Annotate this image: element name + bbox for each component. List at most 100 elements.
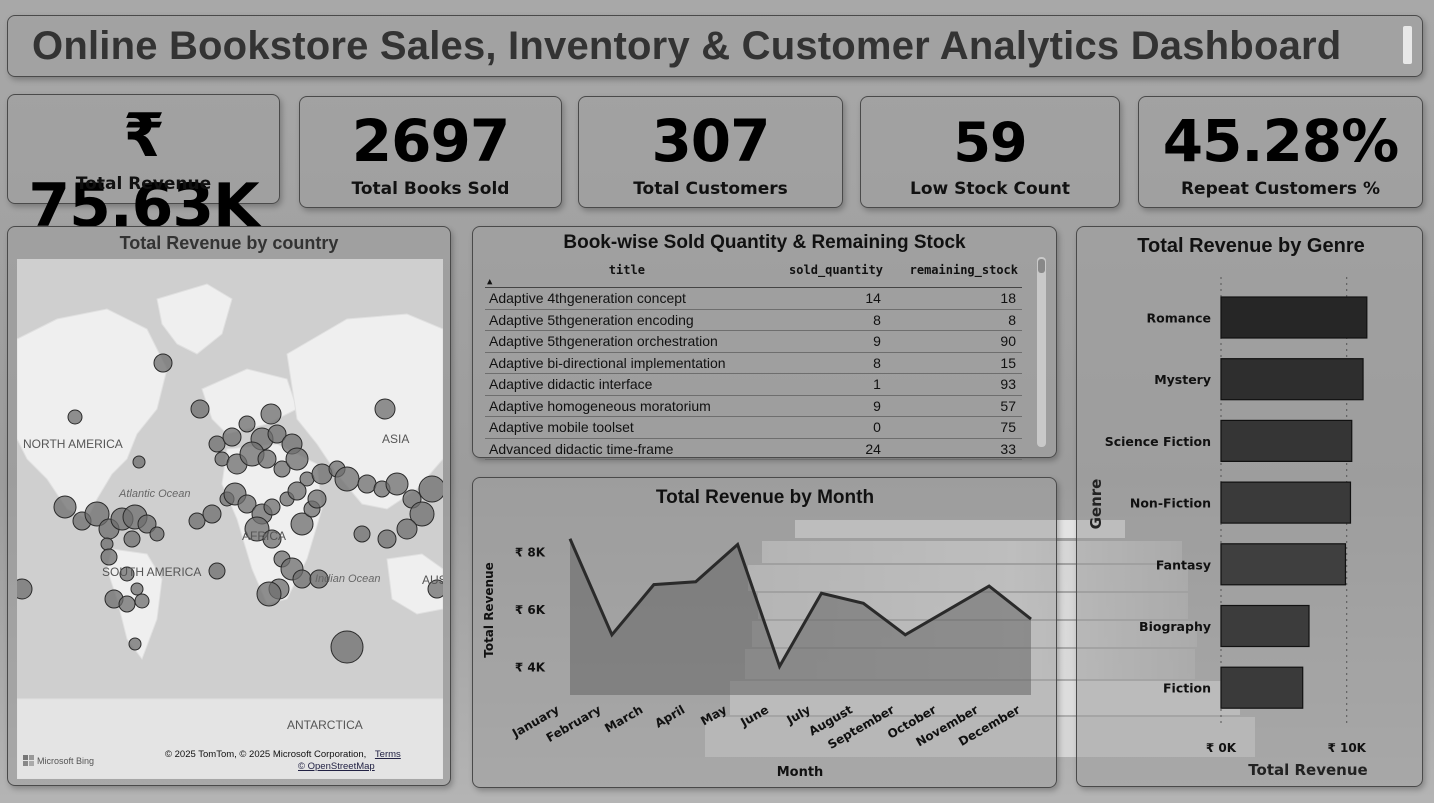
genre-bar[interactable] <box>1220 358 1364 401</box>
revenue-bubble[interactable] <box>257 449 277 469</box>
kpi-card-repeat-customers[interactable]: 45.28% Repeat Customers % <box>1138 96 1423 208</box>
revenue-bubble[interactable] <box>149 526 165 542</box>
map-terms-link[interactable]: Terms <box>375 749 401 760</box>
revenue-bubble[interactable] <box>377 529 397 549</box>
cell-sold-quantity: 8 <box>768 352 887 374</box>
column-header-remaining-stock[interactable]: remaining_stock <box>886 259 1022 288</box>
month-data-point[interactable] <box>651 582 657 588</box>
kpi-card-low-stock-count[interactable]: 59 Low Stock Count <box>860 96 1120 208</box>
sort-ascending-icon[interactable]: ▲ <box>487 277 492 287</box>
column-header-sold-quantity[interactable]: sold_quantity <box>768 259 887 288</box>
revenue-bubble[interactable] <box>128 637 142 651</box>
genre-bar[interactable] <box>1220 296 1368 339</box>
revenue-bubble[interactable] <box>330 630 364 664</box>
revenue-bubble[interactable] <box>260 403 282 425</box>
cell-remaining-stock: 18 <box>886 287 1022 310</box>
table-row[interactable]: Adaptive homogeneous moratorium 9 57 <box>485 395 1022 417</box>
y-tick-label: ₹ 8K <box>515 546 546 560</box>
revenue-bubble[interactable] <box>287 481 307 501</box>
month-data-point[interactable] <box>860 600 866 606</box>
genre-bar[interactable] <box>1220 419 1353 462</box>
month-data-point[interactable] <box>944 607 950 613</box>
table-row[interactable]: Advanced didactic time-frame 24 33 <box>485 438 1022 460</box>
revenue-bubble[interactable] <box>100 537 114 551</box>
genre-chart-xlabel: Total Revenue <box>1248 761 1367 779</box>
revenue-bubble[interactable] <box>130 582 144 596</box>
column-header-title[interactable]: ▲ title <box>485 259 769 288</box>
table-row[interactable]: Adaptive 4thgeneration concept 14 18 <box>485 287 1022 310</box>
genre-label: Mystery <box>1154 372 1211 387</box>
month-data-point[interactable] <box>609 632 615 638</box>
x-tick-label: May <box>698 702 729 728</box>
revenue-bubble[interactable] <box>208 435 226 453</box>
revenue-by-genre-panel[interactable]: Total Revenue by Genre Genre Total Reven… <box>1076 226 1423 787</box>
revenue-bubble[interactable] <box>357 474 377 494</box>
revenue-bubble[interactable] <box>132 455 146 469</box>
revenue-bubble[interactable] <box>153 353 173 373</box>
table-row[interactable]: Adaptive 5thgeneration encoding 8 8 <box>485 309 1022 331</box>
x-tick-label: March <box>602 702 645 735</box>
table-row[interactable]: Adaptive mobile toolset 0 75 <box>485 416 1022 439</box>
revenue-bubble[interactable] <box>188 512 206 530</box>
revenue-bubble[interactable] <box>222 427 242 447</box>
kpi-value: 307 <box>651 107 770 175</box>
month-data-point[interactable] <box>567 536 573 542</box>
kpi-label: Total Revenue <box>75 174 212 194</box>
revenue-bubble[interactable] <box>190 399 210 419</box>
revenue-bubble[interactable] <box>374 398 396 420</box>
revenue-bubble[interactable] <box>285 447 309 471</box>
title-scrollbar[interactable] <box>1403 26 1412 64</box>
month-data-point[interactable] <box>735 542 741 548</box>
month-data-point[interactable] <box>818 590 824 596</box>
revenue-bubble[interactable] <box>292 569 312 589</box>
revenue-bubble[interactable] <box>118 595 136 613</box>
revenue-bubble[interactable] <box>396 518 418 540</box>
revenue-bubble[interactable] <box>238 415 256 433</box>
osm-link[interactable]: © OpenStreetMap <box>298 761 375 772</box>
table-scroll-thumb[interactable] <box>1038 259 1045 273</box>
month-data-point[interactable] <box>986 583 992 589</box>
revenue-bubble[interactable] <box>67 409 83 425</box>
revenue-bubble[interactable] <box>53 495 77 519</box>
revenue-bubble[interactable] <box>353 525 371 543</box>
kpi-card-total-revenue[interactable]: ₹ 75.63K Total Revenue <box>7 94 280 241</box>
month-data-point[interactable] <box>777 663 783 669</box>
genre-bar[interactable] <box>1220 481 1352 524</box>
table-scrollbar[interactable] <box>1037 257 1046 447</box>
genre-bar[interactable] <box>1220 543 1347 586</box>
kpi-card-total-customers[interactable]: 307 Total Customers <box>578 96 843 208</box>
revenue-bubble[interactable] <box>385 472 409 496</box>
table-row[interactable]: Adaptive didactic interface 1 93 <box>485 373 1022 396</box>
revenue-bubble[interactable] <box>100 548 118 566</box>
month-data-point[interactable] <box>902 632 908 638</box>
revenue-bubble[interactable] <box>334 466 360 492</box>
genre-label: Biography <box>1139 619 1211 634</box>
cell-remaining-stock: 8 <box>886 309 1022 331</box>
revenue-bubble[interactable] <box>208 562 226 580</box>
revenue-bubble[interactable] <box>256 581 282 607</box>
revenue-bubble[interactable] <box>134 593 150 609</box>
map-label-aus: AUS <box>422 573 443 587</box>
month-data-point[interactable] <box>693 579 699 585</box>
genre-label: Fiction <box>1163 681 1211 696</box>
revenue-bubble[interactable] <box>418 475 443 503</box>
revenue-bubble[interactable] <box>307 489 327 509</box>
cell-title: Adaptive 5thgeneration orchestration <box>485 330 769 353</box>
map-panel[interactable]: Total Revenue by country NORTH AMERICA A… <box>7 226 451 786</box>
revenue-bubble[interactable] <box>263 498 281 516</box>
cell-remaining-stock: 75 <box>886 416 1022 439</box>
revenue-by-month-panel[interactable]: Total Revenue by Month Total Revenue Mon… <box>472 477 1057 788</box>
month-data-point[interactable] <box>1028 616 1034 622</box>
genre-bar[interactable] <box>1220 666 1304 709</box>
cell-remaining-stock: 93 <box>886 373 1022 396</box>
table-row[interactable]: Adaptive 5thgeneration orchestration 9 90 <box>485 330 1022 353</box>
revenue-by-month-chart: Total Revenue by Month Total Revenue Mon… <box>482 487 1034 780</box>
revenue-bubble[interactable] <box>17 578 33 600</box>
revenue-bubble[interactable] <box>123 530 141 548</box>
table-row[interactable]: Adaptive bi-directional implementation 8 1… <box>485 352 1022 374</box>
world-map[interactable]: NORTH AMERICA Atlantic Ocean ASIA AFRICA… <box>17 259 443 779</box>
genre-bar[interactable] <box>1220 604 1310 648</box>
revenue-bubble[interactable] <box>202 504 222 524</box>
kpi-card-total-books-sold[interactable]: 2697 Total Books Sold <box>299 96 562 208</box>
book-stock-table-panel[interactable]: Book-wise Sold Quantity & Remaining Stoc… <box>472 226 1057 460</box>
